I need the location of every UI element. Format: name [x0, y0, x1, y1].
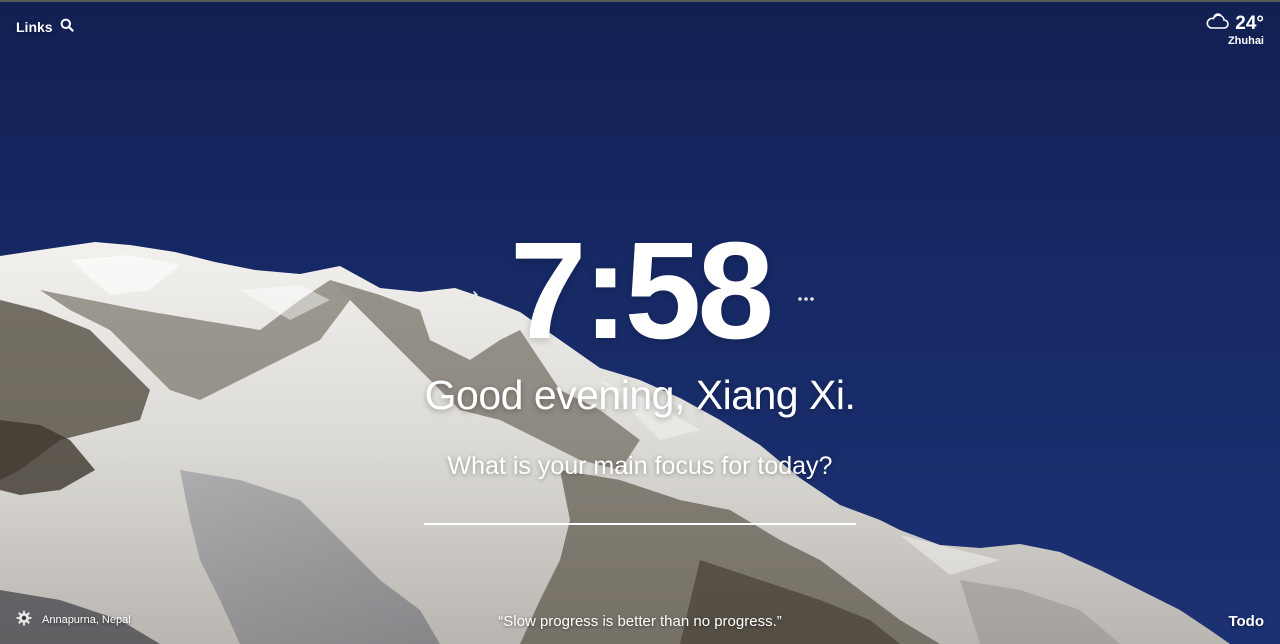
- daily-quote[interactable]: “Slow progress is better than no progres…: [0, 613, 1280, 630]
- weather-temperature: 24°: [1235, 12, 1264, 34]
- todo-button[interactable]: Todo: [1228, 613, 1264, 630]
- links-button[interactable]: Links: [16, 18, 74, 35]
- weather-row: 24°: [1205, 12, 1264, 35]
- links-label: Links: [16, 18, 53, 35]
- focus-input[interactable]: [424, 493, 856, 525]
- more-options-icon[interactable]: [797, 290, 817, 308]
- weather-widget[interactable]: 24° Zhuhai: [1205, 12, 1264, 47]
- greeting-text[interactable]: Good evening, Xiang Xi.: [0, 372, 1280, 419]
- clock-time[interactable]: 7:58: [0, 222, 1280, 360]
- window-top-edge: [0, 0, 1280, 2]
- search-icon[interactable]: [60, 18, 74, 35]
- cloud-icon: [1205, 12, 1230, 35]
- swap-icon[interactable]: [461, 289, 481, 312]
- focus-question: What is your main focus for today?: [447, 452, 833, 480]
- weather-city: Zhuhai: [1227, 35, 1264, 47]
